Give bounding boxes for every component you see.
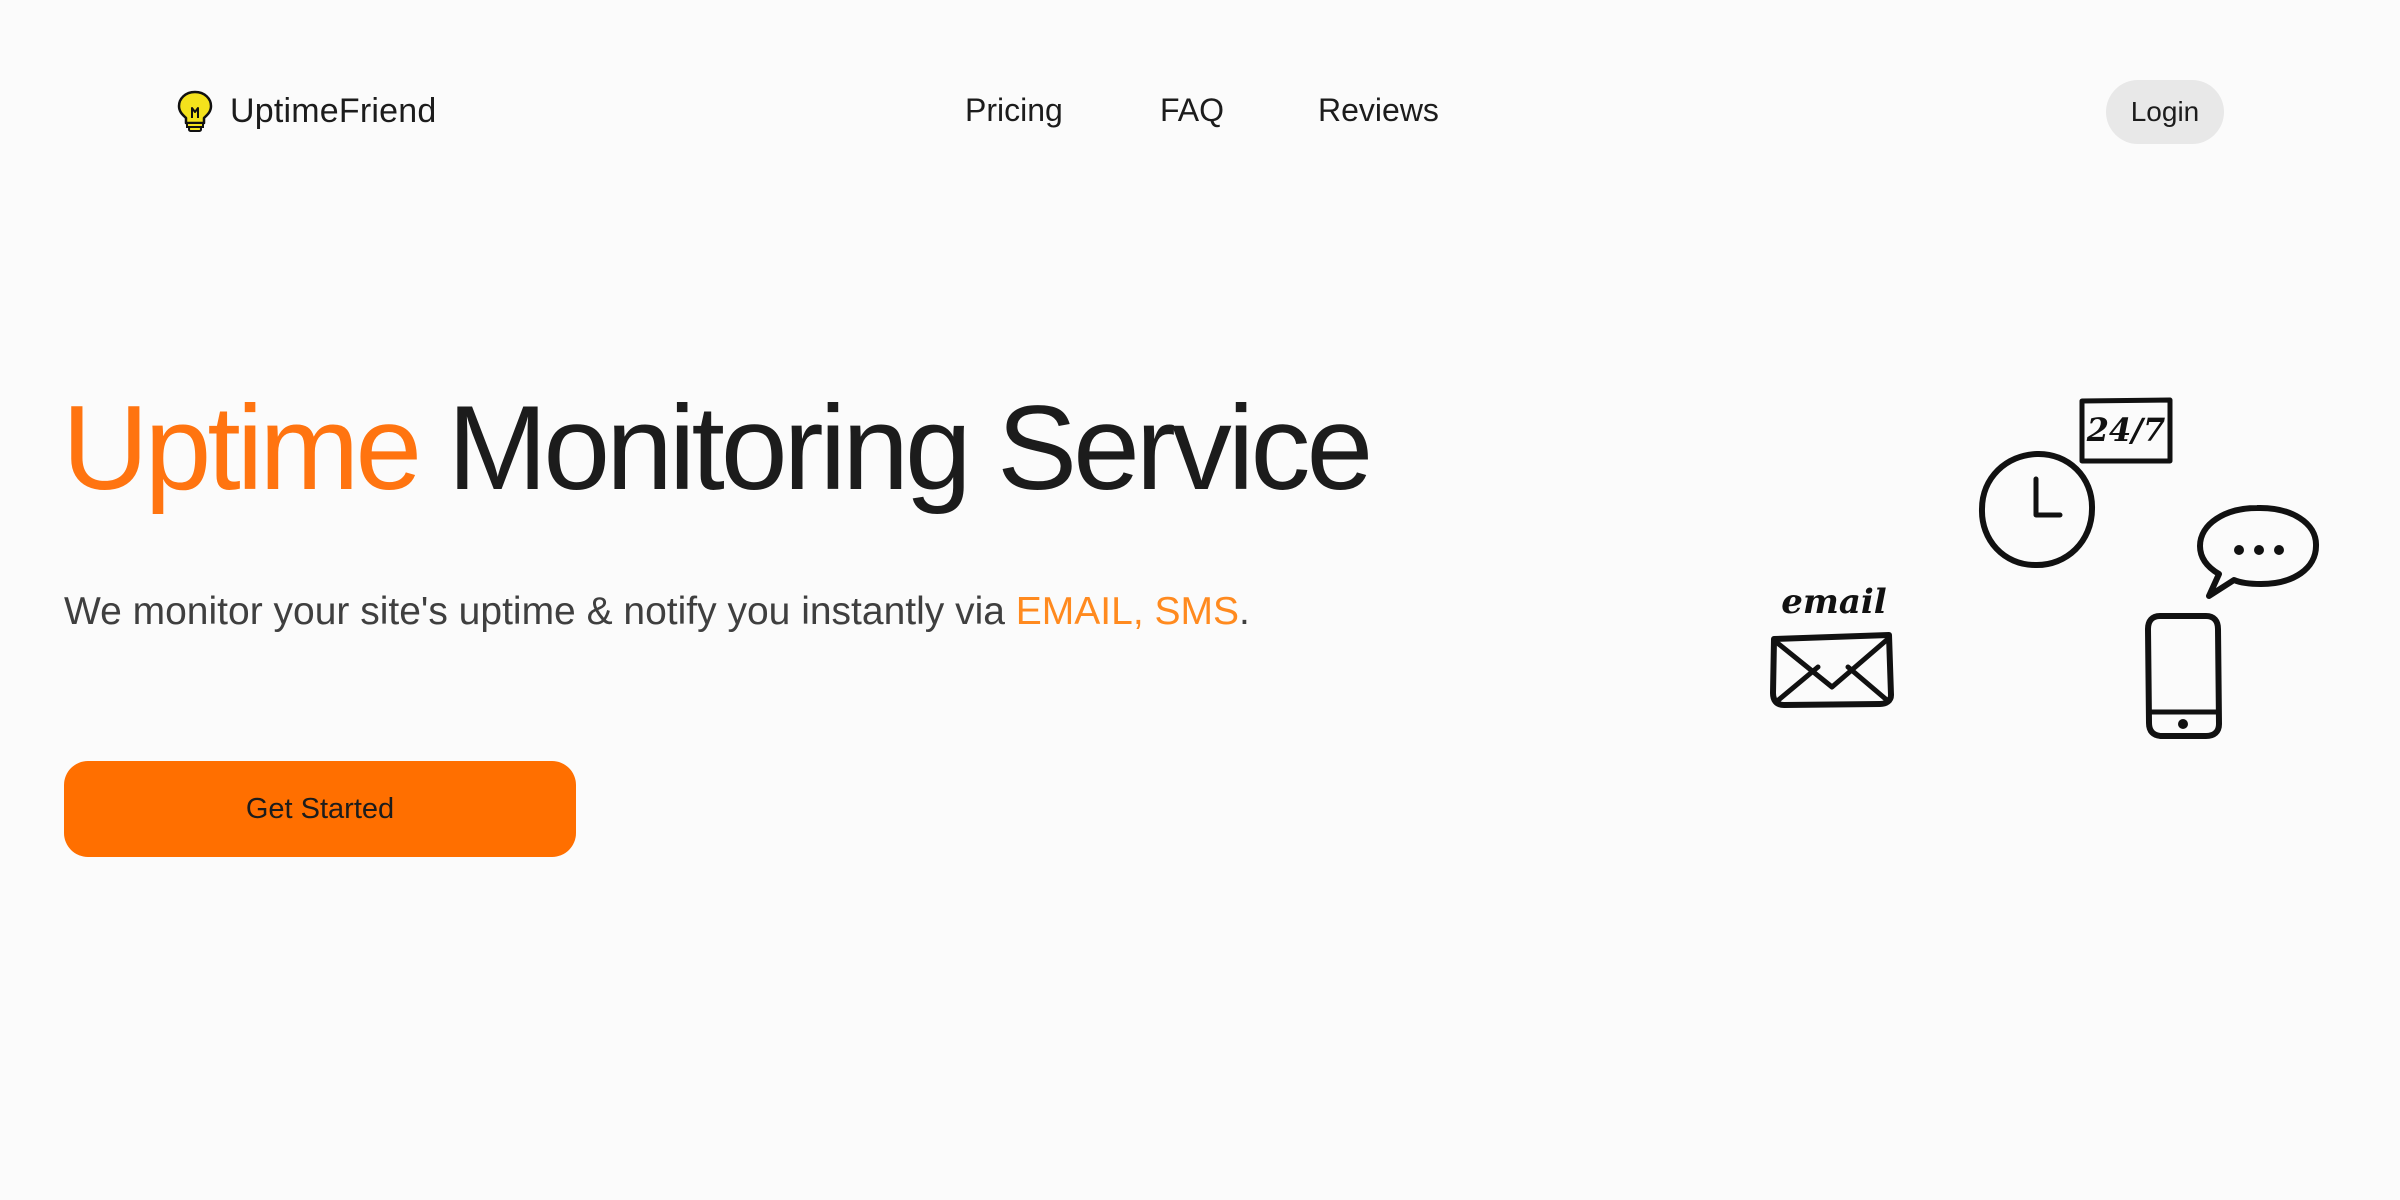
calendar-24-7-icon: 24/7 xyxy=(2079,397,2173,464)
nav-reviews-link[interactable]: Reviews xyxy=(1318,92,1439,129)
smartphone-icon xyxy=(2145,613,2222,739)
speech-bubble-icon xyxy=(2197,504,2320,599)
login-button[interactable]: Login xyxy=(2106,80,2224,144)
hero-subtitle-highlight: EMAIL, SMS xyxy=(1015,590,1240,633)
hero-title: Uptime Monitoring Service xyxy=(62,378,1373,518)
nav-pricing-link[interactable]: Pricing xyxy=(965,92,1063,129)
hero-subtitle-suffix: . xyxy=(1239,590,1250,633)
clock-badge-label: 24/7 xyxy=(2086,411,2165,449)
notification-illustration: 24/7 email xyxy=(1740,380,2340,760)
nav-faq-link[interactable]: FAQ xyxy=(1160,92,1224,129)
get-started-button[interactable]: Get Started xyxy=(64,761,576,857)
hero-title-rest: Monitoring Service xyxy=(447,381,1373,515)
clock-icon xyxy=(1978,450,2096,569)
email-label: email xyxy=(1781,582,1887,622)
landing-page: UptimeFriend Pricing FAQ Reviews Login U… xyxy=(0,0,2400,1200)
site-header: UptimeFriend Pricing FAQ Reviews Login xyxy=(0,0,2400,225)
main-nav: Pricing FAQ Reviews xyxy=(0,92,2400,132)
hero-subtitle: We monitor your site's uptime & notify y… xyxy=(64,590,1250,634)
hero-subtitle-prefix: We monitor your site's uptime & notify y… xyxy=(64,590,1016,633)
hero-title-accent: Uptime xyxy=(62,381,422,515)
email-envelope-icon: email xyxy=(1770,582,1894,708)
